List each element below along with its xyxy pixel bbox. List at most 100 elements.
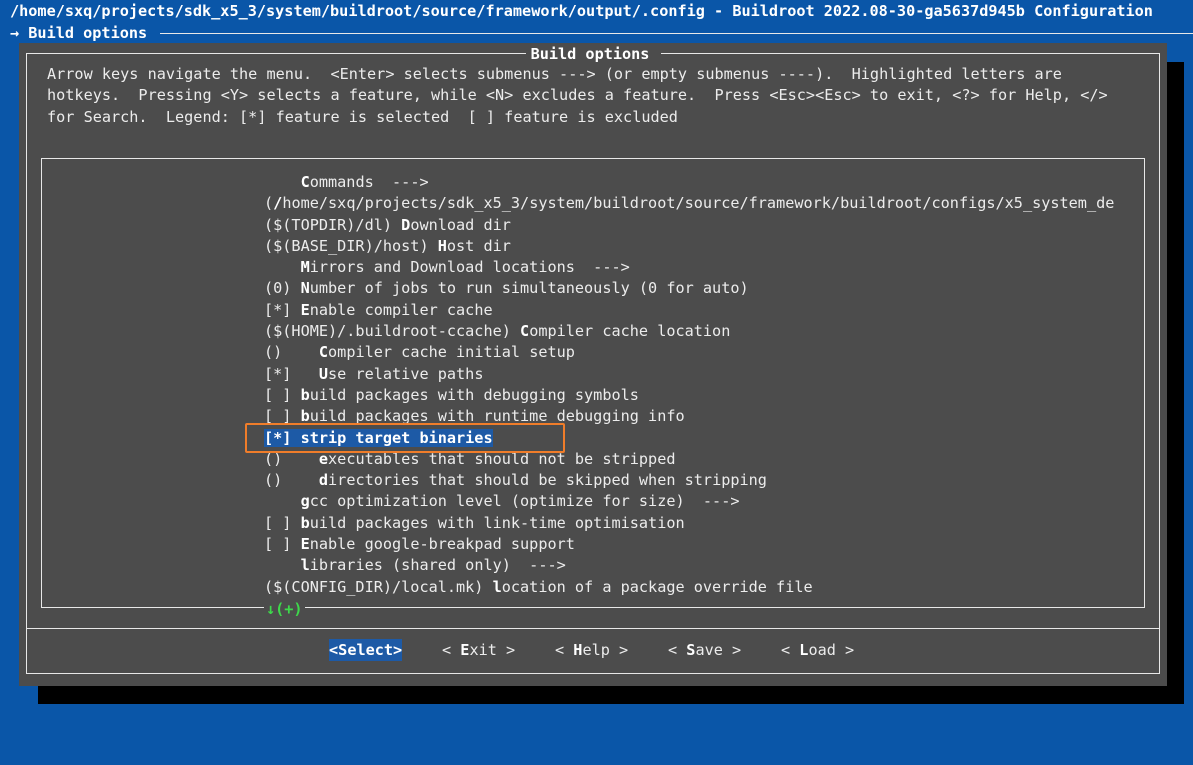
menu-item[interactable]: libraries (shared only) ---> [264, 555, 1144, 576]
menu-item-label: irrors and Download locations ---> [309, 258, 630, 277]
help-text-line: Arrow keys navigate the menu. <Enter> se… [47, 65, 1062, 83]
menu-item-prefix [264, 173, 301, 191]
menu-item[interactable]: (/home/sxq/projects/sdk_x5_3/system/buil… [264, 193, 1144, 214]
menu-item-prefix: [*] [264, 300, 301, 319]
load-button[interactable]: < Load > [781, 639, 854, 661]
dialog-border-left [26, 53, 27, 674]
menu-item-prefix: [*] [264, 364, 319, 383]
menu-item[interactable]: () directories that should be skipped wh… [264, 470, 1144, 491]
help-text-line: hotkeys. Pressing <Y> selects a feature,… [47, 86, 1108, 104]
menu-item-prefix: ( [264, 194, 274, 213]
exit-button-open: < [442, 641, 461, 659]
menu-item[interactable]: (0) Number of jobs to run simultaneously… [264, 278, 1144, 299]
menu-border-right [1144, 158, 1145, 608]
menu-item-hotkey: H [437, 236, 447, 255]
menu-item-label: ocation of a package override file [501, 577, 813, 596]
menu-item-label: ownload dir [410, 215, 511, 234]
more-items-indicator: ↓(+) [264, 599, 305, 619]
menu-item[interactable]: [*] Use relative paths [264, 364, 1144, 385]
menu-item-hotkey: E [300, 300, 310, 319]
menu-item-label: umber of jobs to run simultaneously (0 f… [309, 279, 749, 298]
menu-item[interactable]: ($(BASE_DIR)/host) Host dir [264, 236, 1144, 257]
menu-item[interactable]: ($(TOPDIR)/dl) Download dir [264, 215, 1144, 236]
help-button[interactable]: < Help > [555, 639, 628, 661]
menu-item-label: nable google-breakpad support [309, 535, 575, 554]
menu-item-prefix: ($(BASE_DIR)/host) [264, 236, 438, 255]
menu-item[interactable]: ($(HOME)/.buildroot-ccache) Compiler cac… [264, 321, 1144, 342]
select-button-rest: elect> [347, 641, 403, 659]
highlight-annotation-box [245, 423, 565, 453]
menu-item-label: uild packages with debugging symbols [309, 385, 639, 404]
save-button[interactable]: < Save > [668, 639, 741, 661]
menu-item-hotkey: / [273, 194, 283, 213]
breadcrumb-rule [160, 33, 1193, 34]
menu-item-hotkey: U [318, 364, 329, 383]
menu-item-prefix: () [264, 343, 319, 362]
menu-item[interactable]: gcc optimization level (optimize for siz… [264, 491, 1144, 512]
menu-box: Commands ---> (/home/sxq/projects/sdk_x5_… [41, 158, 1145, 608]
help-button-rest: elp > [582, 641, 629, 659]
dialog-border-bottom [26, 673, 1160, 674]
menu-item-prefix: ($(HOME)/.buildroot-ccache) [264, 322, 521, 341]
dialog-button-separator [26, 628, 1160, 629]
menu-item-prefix: [ ] [264, 513, 301, 532]
menu-item-hotkey: l [300, 556, 310, 575]
save-button-rest: ave > [695, 641, 742, 659]
menu-item-prefix: [ ] [264, 535, 301, 554]
select-button[interactable]: <Select> [329, 639, 403, 661]
dialog-border-right [1159, 53, 1160, 674]
menu-item-prefix [264, 492, 301, 510]
menu-item-label: ost dir [446, 236, 511, 255]
exit-button[interactable]: < Exit > [442, 639, 515, 661]
menu-item-hotkey: E [300, 535, 310, 554]
menu-item-hotkey: C [318, 343, 329, 362]
menu-item-label: ibraries (shared only) ---> [309, 556, 566, 575]
select-button-open: < [329, 641, 339, 659]
menu-item-hotkey: D [401, 215, 411, 234]
menu-item-prefix [264, 258, 301, 276]
menu-item-label: ompiler cache location [529, 322, 731, 341]
menu-border-left [41, 158, 42, 608]
menu-item-hotkey: g [300, 492, 310, 511]
menu-item-label: ommands ---> [309, 173, 429, 191]
menu-border-bottom [41, 607, 1145, 608]
menu-border-top [41, 158, 1145, 159]
window-title: /home/sxq/projects/sdk_x5_3/system/build… [10, 2, 1153, 20]
menu-item-prefix: () [264, 471, 319, 490]
menu-item-label: irectories that should be skipped when s… [328, 471, 767, 490]
menu-item[interactable]: [ ] build packages with debugging symbol… [264, 385, 1144, 406]
menu-item[interactable]: [ ] build packages with link-time optimi… [264, 513, 1144, 534]
help-button-open: < [555, 641, 574, 659]
exit-button-rest: xit > [469, 641, 516, 659]
menu-item-prefix: ($(TOPDIR)/dl) [264, 215, 402, 234]
help-text-line: for Search. Legend: [*] feature is selec… [47, 108, 678, 126]
menu-item-label: ompiler cache initial setup [328, 343, 575, 362]
button-bar: <Select> < Exit > < Help > < Save > < Lo… [19, 639, 1167, 661]
menu-item-hotkey: b [300, 385, 310, 404]
menu-item[interactable]: Mirrors and Download locations ---> [264, 257, 1144, 278]
load-button-open: < [781, 641, 800, 659]
menu-item[interactable]: () Compiler cache initial setup [264, 342, 1144, 363]
dialog-border-top-left [26, 53, 526, 54]
menu-item-hotkey: C [520, 322, 530, 341]
menu-item[interactable]: ($(CONFIG_DIR)/local.mk) location of a p… [264, 577, 1144, 598]
menu-list: Commands ---> (/home/sxq/projects/sdk_x5_… [264, 172, 1144, 598]
menu-item-label: home/sxq/projects/sdk_x5_3/system/buildr… [282, 194, 1115, 213]
menu-item-prefix: (0) [264, 279, 301, 298]
menu-item-prefix: ($(CONFIG_DIR)/local.mk) [264, 577, 493, 596]
dialog-border-top-right [661, 53, 1160, 54]
menu-item-hotkey: b [300, 513, 310, 532]
menu-item-prefix: [ ] [264, 385, 301, 404]
menu-item-label: cc optimization level (optimize for size… [309, 492, 740, 511]
menu-item-label: se relative paths [328, 364, 484, 383]
menu-item-hotkey: N [300, 279, 310, 298]
menu-item-hotkey: M [300, 258, 310, 277]
menu-item-label: nable compiler cache [309, 300, 493, 319]
menu-item-prefix [264, 556, 301, 574]
menu-item[interactable]: [ ] Enable google-breakpad support [264, 534, 1144, 555]
dialog-title: Build options [530, 45, 650, 63]
menu-item-hotkey: l [492, 577, 502, 596]
menu-item[interactable]: Commands ---> [264, 172, 1144, 193]
build-options-dialog: Build options Arrow keys navigate the me… [19, 43, 1167, 686]
menu-item[interactable]: [*] Enable compiler cache [264, 300, 1144, 321]
